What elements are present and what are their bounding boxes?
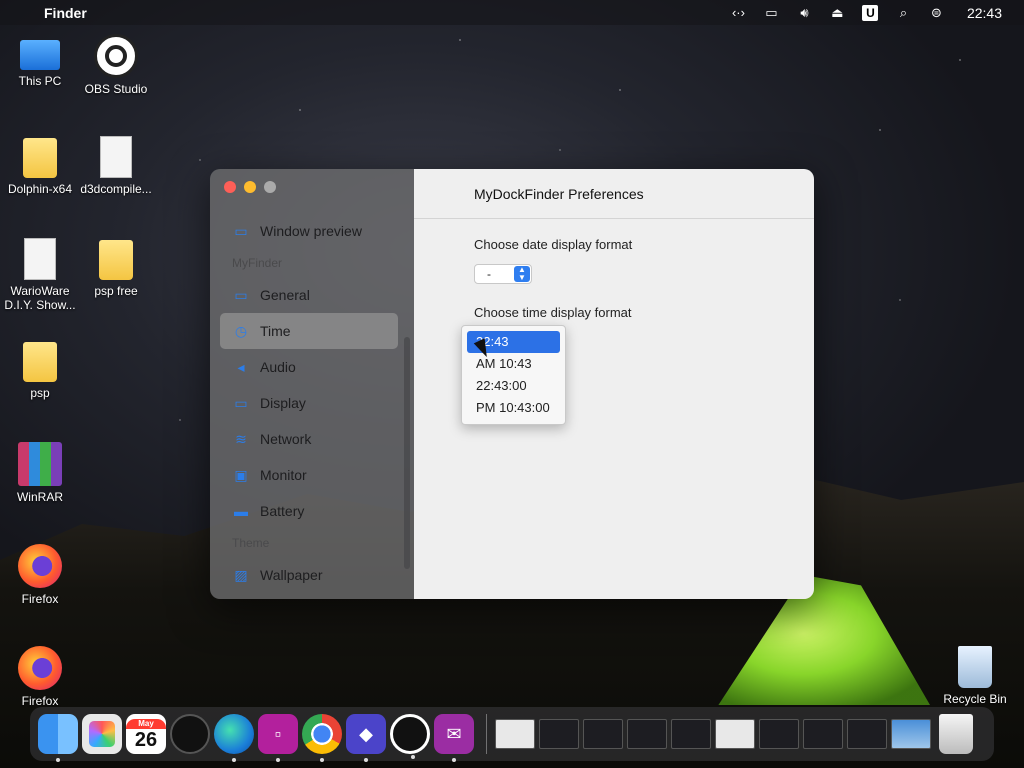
- desktop-icon-recycle-bin[interactable]: Recycle Bin: [935, 646, 1015, 706]
- code-arrows-icon[interactable]: ‹·›: [722, 5, 755, 20]
- computer-icon: [20, 40, 60, 70]
- dock-visual-studio-icon[interactable]: ◆: [346, 714, 386, 762]
- dock-clock-icon[interactable]: [170, 714, 210, 754]
- dock-window-thumbnail[interactable]: [627, 719, 667, 749]
- dock-launchpad-icon[interactable]: [82, 714, 122, 754]
- date-format-label: Choose date display format: [474, 237, 633, 252]
- file-icon: [24, 238, 56, 280]
- search-icon[interactable]: ⌕: [887, 5, 920, 21]
- cpu-icon: ▣: [234, 466, 248, 483]
- sidebar-item-general[interactable]: ▭ General: [220, 277, 398, 313]
- status-area: ‹·› ▭ 🔊︎ ⏏ U ⌕ ⊜ 22:43: [722, 4, 1002, 21]
- desktop-icon-obs[interactable]: OBS Studio: [76, 34, 156, 96]
- dock: May 26 ▫ ◆ ✉: [30, 707, 994, 762]
- time-option-pm-seconds[interactable]: PM 10:43:00: [467, 397, 560, 419]
- dock-window-thumbnail[interactable]: [715, 719, 755, 749]
- dock-obs-icon[interactable]: [390, 714, 430, 759]
- desktop-icon-firefox-2[interactable]: Firefox: [0, 646, 80, 708]
- menu-clock[interactable]: 22:43: [967, 5, 1002, 21]
- date-format-value: -: [487, 267, 491, 281]
- dock-window-thumbnail[interactable]: [803, 719, 843, 749]
- desktop-icon-dolphin[interactable]: Dolphin-x64: [0, 138, 80, 196]
- minimize-button[interactable]: [244, 181, 256, 193]
- dock-window-thumbnail[interactable]: [759, 719, 799, 749]
- date-format-select[interactable]: - ▲ ▼: [474, 264, 532, 284]
- sidebar-scrollbar[interactable]: [404, 337, 410, 569]
- window-title: MyDockFinder Preferences: [414, 169, 814, 219]
- dock-window-thumbnail[interactable]: [583, 719, 623, 749]
- dock-window-thumbnail[interactable]: [891, 719, 931, 749]
- sidebar-item-time[interactable]: ◷ Time: [220, 313, 398, 349]
- sidebar-section-myfinder: MyFinder: [232, 256, 283, 270]
- firefox-icon: [18, 544, 62, 588]
- window-preview-icon: ▭: [234, 222, 248, 239]
- dock-window-thumbnail[interactable]: [847, 719, 887, 749]
- close-button[interactable]: [224, 181, 236, 193]
- firefox-icon: [18, 646, 62, 690]
- desktop-icon-d3dcompile[interactable]: d3dcompile...: [76, 136, 156, 196]
- dock-calendar-icon[interactable]: May 26: [126, 714, 166, 754]
- dock-mail-icon[interactable]: ✉: [434, 714, 474, 762]
- sidebar: ▭ Window preview MyFinder ▭ General ◷ Ti…: [210, 169, 414, 599]
- battery-icon: ▬: [234, 503, 248, 519]
- dock-window-thumbnail[interactable]: [539, 719, 579, 749]
- time-option-24h-seconds[interactable]: 22:43:00: [467, 375, 560, 397]
- zoom-button[interactable]: [264, 181, 276, 193]
- dock-app-icon[interactable]: ▫: [258, 714, 298, 762]
- u-icon[interactable]: U: [854, 4, 887, 21]
- speaker-icon: ◂: [237, 358, 245, 375]
- sidebar-item-monitor[interactable]: ▣ Monitor: [220, 457, 398, 493]
- general-icon: ▭: [234, 286, 248, 303]
- folder-icon: [23, 138, 57, 178]
- dock-window-thumbnail[interactable]: [495, 719, 535, 749]
- time-format-label: Choose time display format: [474, 305, 632, 320]
- app-name[interactable]: Finder: [44, 5, 87, 21]
- display-icon[interactable]: ▭: [755, 5, 788, 21]
- file-icon: [100, 136, 132, 178]
- menu-bar: Finder ‹·› ▭ 🔊︎ ⏏ U ⌕ ⊜ 22:43: [0, 0, 1024, 25]
- folder-icon: [99, 240, 133, 280]
- sidebar-item-wallpaper[interactable]: ▨ Wallpaper: [220, 557, 398, 593]
- eject-icon[interactable]: ⏏: [821, 5, 854, 21]
- wallpaper-icon: ▨: [234, 566, 248, 583]
- wifi-icon: ≋: [235, 430, 247, 447]
- sidebar-item-display[interactable]: ▭ Display: [220, 385, 398, 421]
- sidebar-item-audio[interactable]: ◂ Audio: [220, 349, 398, 385]
- recycle-bin-icon: [958, 646, 992, 688]
- volume-icon[interactable]: 🔊︎: [788, 5, 821, 21]
- folder-icon: [23, 342, 57, 382]
- dock-window-thumbnail[interactable]: [671, 719, 711, 749]
- desktop-icon-this-pc[interactable]: This PC: [0, 34, 80, 88]
- desktop-icon-winrar[interactable]: WinRAR: [0, 442, 80, 504]
- clock-icon: ◷: [234, 322, 248, 339]
- window-controls: [224, 181, 276, 193]
- up-down-arrows-icon: ▲ ▼: [514, 266, 530, 282]
- desktop-icon-psp[interactable]: psp: [0, 342, 80, 400]
- display-icon: ▭: [234, 394, 248, 411]
- sidebar-item-battery[interactable]: ▬ Battery: [220, 493, 398, 529]
- winrar-icon: [18, 442, 62, 486]
- dock-chrome-icon[interactable]: [302, 714, 342, 762]
- desktop-icon-psp-free[interactable]: psp free: [76, 240, 156, 298]
- sidebar-item-window-preview[interactable]: ▭ Window preview: [220, 213, 398, 249]
- dock-trash-icon[interactable]: [939, 714, 973, 754]
- dock-separator: [486, 714, 487, 754]
- control-center-icon[interactable]: ⊜: [920, 5, 953, 21]
- dock-finder-icon[interactable]: [38, 714, 78, 762]
- sidebar-item-network[interactable]: ≋ Network: [220, 421, 398, 457]
- obs-icon: [94, 34, 138, 78]
- dock-edge-icon[interactable]: [214, 714, 254, 762]
- sidebar-section-theme: Theme: [232, 536, 270, 550]
- time-format-dropdown: 22:43 AM 10:43 22:43:00 PM 10:43:00: [461, 325, 566, 425]
- desktop-icon-warioware[interactable]: WarioWare D.I.Y. Show...: [0, 238, 80, 312]
- sidebar-list: ▭ Window preview MyFinder ▭ General ◷ Ti…: [220, 213, 398, 593]
- desktop-icon-firefox[interactable]: Firefox: [0, 544, 80, 606]
